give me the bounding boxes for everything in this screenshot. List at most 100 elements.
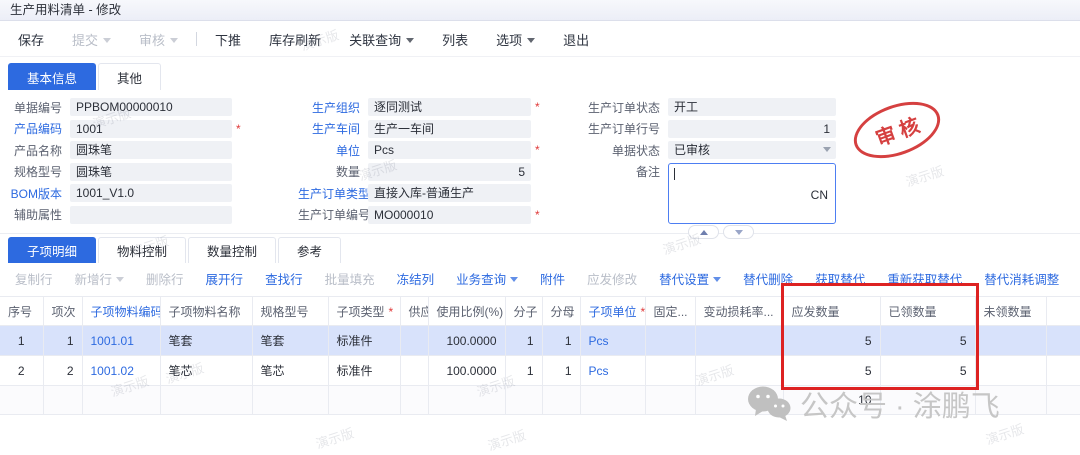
substitute-setting-button[interactable]: 替代设置	[648, 269, 732, 288]
re-get-substitute-button[interactable]: 重新获取替代	[876, 269, 973, 288]
unit-label: 单位	[298, 142, 368, 159]
cell-supply	[400, 356, 428, 386]
freeze-column-button[interactable]: 冻结列	[386, 269, 446, 288]
cell-spec: 笔芯	[252, 356, 328, 386]
demo-watermark: 演示版	[983, 418, 1026, 448]
tab-qty-control[interactable]: 数量控制	[188, 237, 276, 263]
cell-fixed	[645, 356, 695, 386]
exit-button[interactable]: 退出	[549, 30, 603, 49]
cell-issue-qty: 5	[783, 326, 880, 356]
cell-item: 1	[43, 326, 82, 356]
cell-supply	[400, 326, 428, 356]
options-button[interactable]: 选项	[482, 30, 549, 49]
mo-no-field[interactable]: MO000010	[368, 206, 531, 224]
doc-no-field[interactable]: PPBOM00000010	[70, 98, 232, 116]
cell-material-code-link[interactable]: 1001.02	[82, 356, 160, 386]
cell-material-code-link[interactable]: 1001.01	[82, 326, 160, 356]
mo-type-label: 生产订单类型	[298, 185, 368, 202]
tab-material-control[interactable]: 物料控制	[98, 237, 186, 263]
demo-watermark: 演示版	[485, 424, 528, 454]
audit-button[interactable]: 审核	[125, 30, 192, 49]
required-marker: *	[535, 143, 540, 157]
workshop-field[interactable]: 生产一车间	[368, 120, 531, 138]
col-issue-qty[interactable]: 应发数量	[783, 297, 880, 326]
bom-version-field[interactable]: 1001_V1.0	[70, 184, 232, 202]
collapse-down-button[interactable]	[723, 225, 754, 239]
copy-row-button[interactable]: 复制行	[4, 269, 64, 288]
cell-unreceived-qty	[975, 326, 1046, 356]
remark-textarea[interactable]: CN	[668, 163, 836, 224]
col-subitem-unit[interactable]: 子项单位*	[580, 297, 645, 326]
submit-button[interactable]: 提交	[58, 30, 125, 49]
mo-line-field[interactable]: 1	[668, 120, 836, 138]
col-material-code[interactable]: 子项物料编码*	[82, 297, 160, 326]
tab-other[interactable]: 其他	[98, 63, 161, 90]
substitute-delete-button[interactable]: 替代删除	[732, 269, 804, 288]
delete-row-button[interactable]: 删除行	[135, 269, 195, 288]
chevron-down-icon	[116, 277, 124, 282]
col-subitem-type[interactable]: 子项类型*	[328, 297, 400, 326]
remark-label: 备注	[550, 163, 668, 180]
table-row[interactable]: 2 2 1001.02 笔芯 笔芯 标准件 100.0000 1 1 Pcs 5…	[0, 356, 1080, 386]
cell-unit-link[interactable]: Pcs	[580, 356, 645, 386]
tab-reference[interactable]: 参考	[278, 237, 341, 263]
cell-use-ratio: 100.0000	[428, 356, 505, 386]
business-query-button[interactable]: 业务查询	[445, 269, 529, 288]
col-var-loss-rate[interactable]: 变动损耗率...	[695, 297, 783, 326]
inventory-refresh-button[interactable]: 库存刷新	[255, 30, 335, 49]
cell-issue-qty: 5	[783, 356, 880, 386]
remark-value: CN	[811, 188, 828, 202]
col-supply[interactable]: 供应...	[400, 297, 428, 326]
col-denominator[interactable]: 分母	[542, 297, 580, 326]
mo-status-field[interactable]: 开工	[668, 98, 836, 116]
cell-denominator: 1	[542, 326, 580, 356]
related-query-button[interactable]: 关联查询	[335, 30, 428, 49]
col-received-qty[interactable]: 已领数量	[880, 297, 975, 326]
push-down-button[interactable]: 下推	[201, 30, 255, 49]
product-code-field[interactable]: 1001	[70, 120, 232, 138]
spec-field[interactable]: 圆珠笔	[70, 163, 232, 181]
save-button[interactable]: 保存	[4, 30, 58, 49]
product-name-field[interactable]: 圆珠笔	[70, 141, 232, 159]
toolbar-divider	[196, 32, 197, 46]
qty-label: 数量	[298, 163, 368, 180]
substitute-consume-adjust-button[interactable]: 替代消耗调整	[973, 269, 1070, 288]
expand-row-button[interactable]: 展开行	[195, 269, 255, 288]
cell-subitem-type: 标准件	[328, 326, 400, 356]
tab-basic-info[interactable]: 基本信息	[8, 63, 96, 90]
col-unreceived-qty[interactable]: 未领数量	[975, 297, 1046, 326]
col-item[interactable]: 项次	[43, 297, 82, 326]
qty-field[interactable]: 5	[368, 163, 531, 181]
col-spec[interactable]: 规格型号	[252, 297, 328, 326]
find-row-button[interactable]: 查找行	[254, 269, 314, 288]
cell-received-qty: 5	[880, 356, 975, 386]
issue-modify-button[interactable]: 应发修改	[576, 269, 648, 288]
cell-unreceived-qty	[975, 356, 1046, 386]
doc-status-select[interactable]: 已审核	[668, 141, 836, 159]
table-row[interactable]: 1 1 1001.01 笔套 笔套 标准件 100.0000 1 1 Pcs 5…	[0, 326, 1080, 356]
col-seq[interactable]: 序号	[0, 297, 43, 326]
tab-subitem-detail[interactable]: 子项明细	[8, 237, 96, 263]
attachment-button[interactable]: 附件	[529, 269, 576, 288]
get-substitute-button[interactable]: 获取替代	[804, 269, 876, 288]
cell-spec: 笔套	[252, 326, 328, 356]
batch-fill-button[interactable]: 批量填充	[314, 269, 386, 288]
chevron-down-icon	[510, 277, 518, 282]
col-fixed[interactable]: 固定...	[645, 297, 695, 326]
cell-subitem-type: 标准件	[328, 356, 400, 386]
triangle-up-icon	[700, 230, 708, 235]
mo-type-field[interactable]: 直接入库-普通生产	[368, 184, 531, 202]
add-row-button[interactable]: 新增行	[64, 269, 136, 288]
required-marker: *	[535, 208, 540, 222]
col-material-name[interactable]: 子项物料名称	[160, 297, 252, 326]
cell-unit-link[interactable]: Pcs	[580, 326, 645, 356]
list-button[interactable]: 列表	[428, 30, 482, 49]
col-use-ratio[interactable]: 使用比例(%)	[428, 297, 505, 326]
prod-org-field[interactable]: 逐同测试	[368, 98, 531, 116]
unit-field[interactable]: Pcs	[368, 141, 531, 159]
collapse-up-button[interactable]	[688, 225, 719, 239]
cell-material-name: 笔芯	[160, 356, 252, 386]
cell-denominator: 1	[542, 356, 580, 386]
aux-attr-field[interactable]	[70, 206, 232, 224]
col-numerator[interactable]: 分子	[505, 297, 542, 326]
